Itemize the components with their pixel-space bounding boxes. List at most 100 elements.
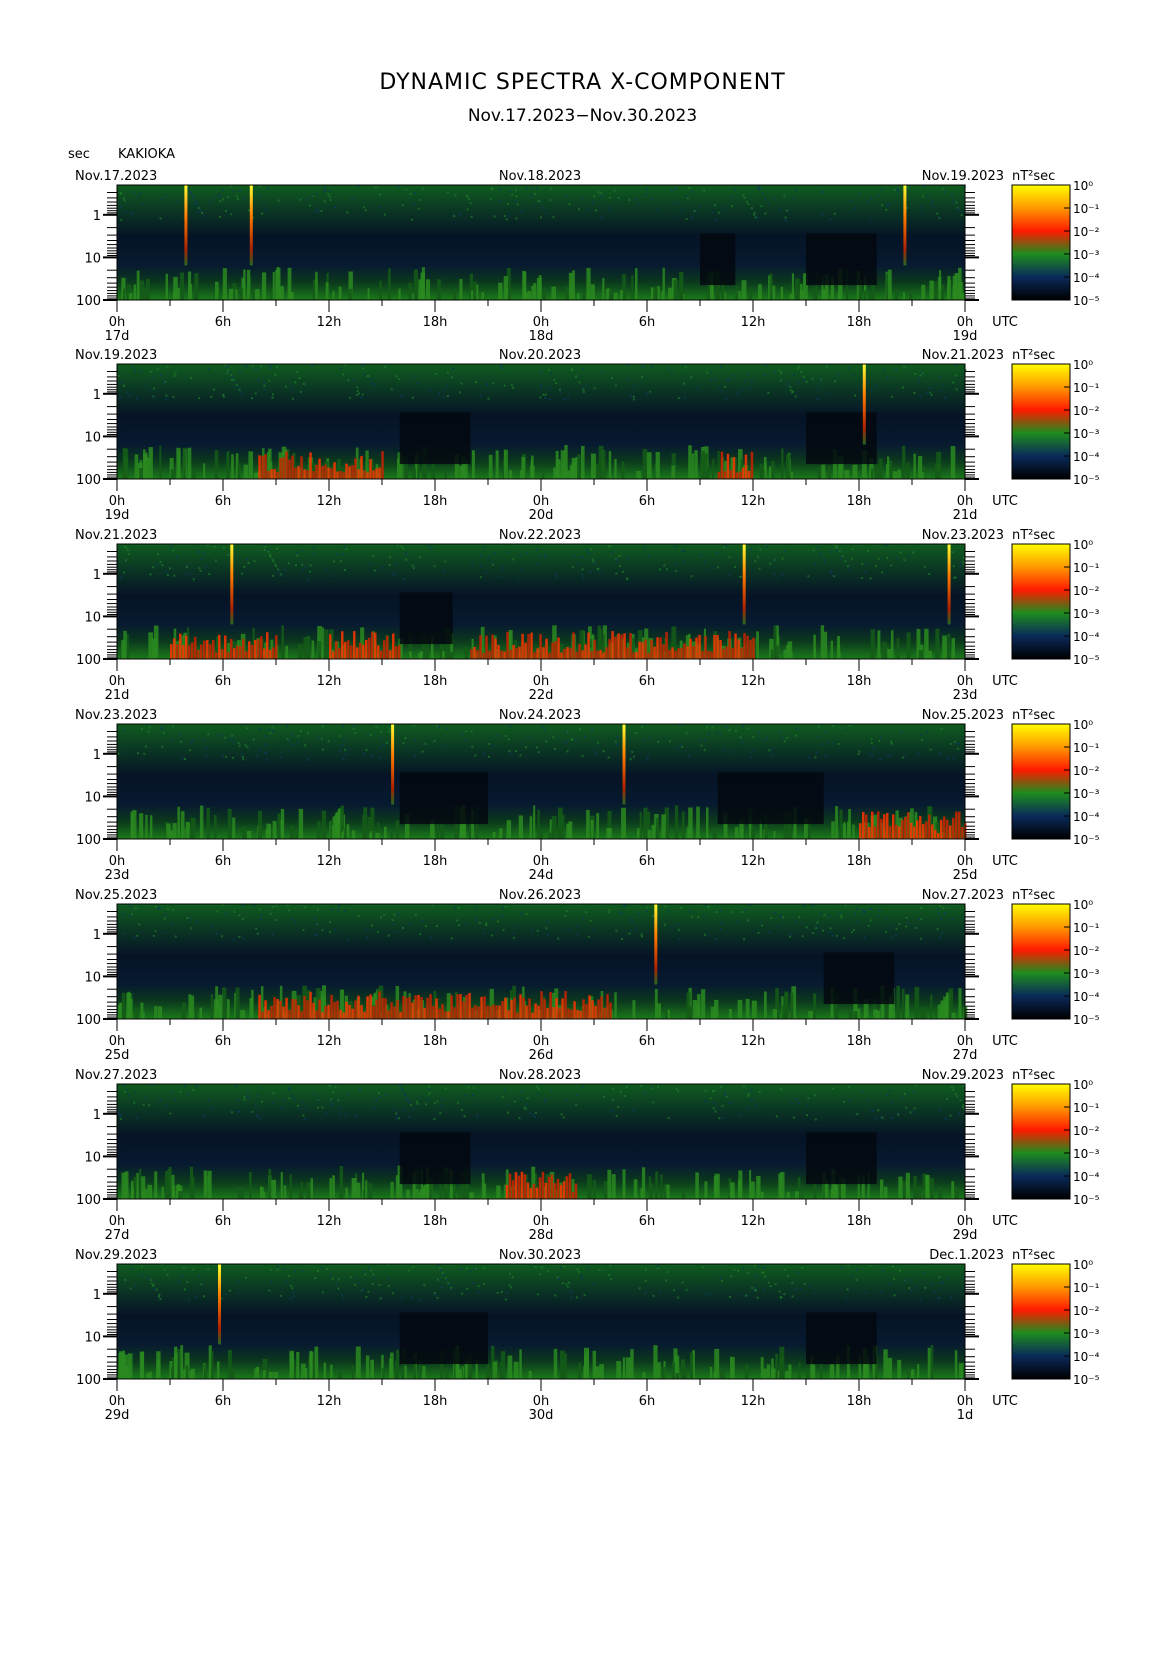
activity-band — [683, 1371, 688, 1379]
noise-speck — [679, 906, 682, 909]
noise-speck — [218, 193, 220, 196]
noise-speck — [789, 389, 792, 392]
activity-band — [139, 813, 144, 839]
activity-band — [735, 285, 739, 300]
noise-speck — [577, 563, 580, 566]
activity-band — [246, 269, 251, 300]
activity-band — [262, 1370, 266, 1379]
colorbar-tick-label: 10⁻¹ — [1073, 741, 1100, 755]
activity-band — [145, 815, 148, 839]
activity-band — [154, 1171, 158, 1199]
noise-speck — [441, 744, 444, 747]
noise-speck — [687, 755, 690, 758]
activity-band — [616, 1361, 621, 1379]
noise-speck — [253, 904, 255, 907]
enhanced-activity — [546, 1007, 549, 1019]
activity-band — [896, 638, 900, 659]
noise-speck — [296, 551, 299, 554]
noise-speck — [580, 1274, 583, 1277]
noise-speck — [830, 572, 833, 575]
enhanced-activity — [547, 1176, 551, 1199]
noise-speck — [508, 1284, 511, 1287]
enhanced-activity — [215, 652, 218, 659]
noise-speck — [541, 725, 544, 728]
noise-speck — [747, 919, 750, 922]
enhanced-activity — [309, 452, 312, 479]
noise-speck — [920, 918, 923, 921]
noise-speck — [121, 933, 124, 935]
enhanced-activity — [952, 817, 955, 839]
enhanced-activity — [327, 467, 330, 479]
enhanced-activity — [734, 633, 737, 659]
noise-speck — [875, 385, 877, 388]
noise-speck — [895, 934, 898, 937]
activity-band — [315, 271, 318, 300]
colorbar-tick-label: 10⁻³ — [1073, 967, 1100, 981]
noise-speck — [297, 742, 299, 744]
activity-band — [689, 1352, 694, 1379]
noise-speck — [500, 914, 503, 917]
noise-speck — [715, 552, 718, 555]
activity-band — [781, 448, 784, 479]
noise-speck — [820, 555, 823, 557]
colorbar-tick-label: 10⁻⁴ — [1073, 1350, 1100, 1364]
noise-speck — [342, 725, 344, 728]
noise-speck — [882, 369, 885, 372]
activity-band — [419, 651, 423, 659]
noise-speck — [721, 1116, 724, 1119]
noise-speck — [630, 394, 633, 397]
noise-speck — [513, 1100, 516, 1103]
noise-speck — [703, 189, 706, 192]
noise-speck — [260, 914, 263, 916]
enhanced-activity — [916, 820, 919, 839]
noise-speck — [271, 730, 274, 732]
activity-band — [297, 643, 303, 659]
noise-speck — [675, 1087, 678, 1090]
noise-speck — [261, 212, 264, 215]
noise-speck — [388, 730, 391, 733]
noise-speck — [315, 923, 318, 926]
enhanced-activity — [674, 651, 677, 659]
enhanced-activity — [291, 455, 294, 479]
activity-band — [913, 453, 916, 479]
noise-speck — [120, 206, 123, 209]
noise-speck — [695, 386, 698, 389]
enhanced-activity — [943, 816, 946, 839]
noise-speck — [520, 210, 523, 212]
activity-band — [941, 284, 944, 300]
noise-speck — [406, 749, 409, 752]
noise-speck — [784, 219, 787, 222]
noise-speck — [247, 1097, 250, 1100]
noise-speck — [703, 748, 706, 751]
x-unit-label: UTC — [992, 854, 1018, 869]
noise-speck — [608, 196, 611, 199]
activity-band — [795, 278, 800, 300]
noise-speck — [305, 1108, 308, 1111]
enhanced-activity — [336, 471, 339, 479]
enhanced-activity — [491, 634, 494, 659]
noise-speck — [618, 911, 621, 914]
enhanced-activity — [641, 642, 644, 659]
activity-band — [207, 1170, 212, 1199]
noise-speck — [400, 545, 403, 548]
noise-speck — [697, 915, 700, 918]
activity-band — [789, 651, 793, 659]
noise-speck — [316, 208, 319, 211]
noise-speck — [762, 1272, 765, 1274]
noise-speck — [587, 207, 590, 210]
colorbar-tick-label: 10⁻⁵ — [1073, 653, 1100, 667]
noise-speck — [610, 1278, 613, 1281]
noise-speck — [285, 385, 288, 388]
activity-band — [243, 464, 248, 479]
colorbar-unit: nT²sec — [1012, 1068, 1055, 1083]
enhanced-activity — [516, 1012, 519, 1019]
activity-band — [323, 629, 329, 659]
activity-band — [647, 829, 651, 839]
noise-speck — [158, 906, 161, 909]
noise-speck — [304, 1117, 307, 1120]
noise-speck — [228, 1289, 231, 1292]
noise-speck — [405, 188, 408, 191]
enhanced-activity — [728, 631, 731, 659]
activity-band — [813, 1183, 817, 1199]
enhanced-activity — [329, 634, 332, 659]
